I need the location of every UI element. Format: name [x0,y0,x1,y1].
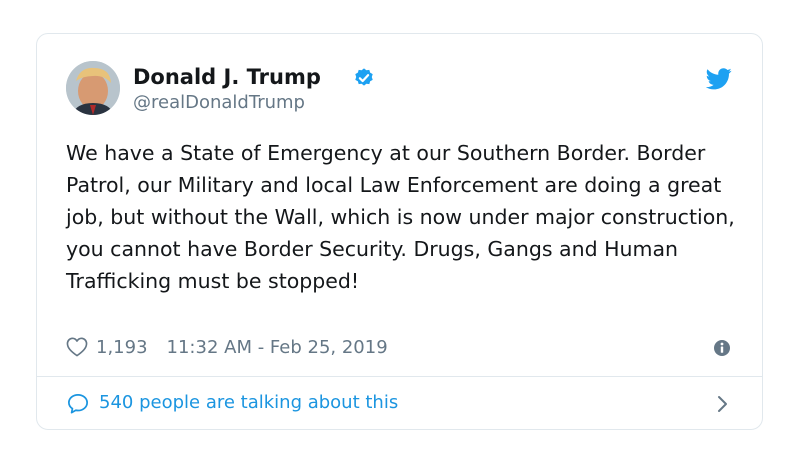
tweet-card: Donald J. Trump @realDonaldTrump We have… [36,33,763,430]
chevron-right-icon [718,396,727,412]
talking-about-link[interactable]: 540 people are talking about this [37,377,762,430]
timestamp[interactable]: 11:32 AM - Feb 25, 2019 [167,337,388,358]
info-icon[interactable] [713,339,731,357]
speech-bubble-icon [68,393,88,414]
display-name[interactable]: Donald J. Trump [133,65,321,89]
verified-badge-icon [355,68,373,86]
tweet-meta: 1,193 11:32 AM - Feb 25, 2019 [66,334,388,360]
talking-about-text: 540 people are talking about this [99,392,399,413]
twitter-bird-icon[interactable] [706,68,732,90]
user-handle[interactable]: @realDonaldTrump [133,92,305,113]
heart-icon[interactable] [66,337,88,357]
like-count[interactable]: 1,193 [96,337,148,358]
tweet-text: We have a State of Emergency at our Sout… [66,141,735,293]
avatar[interactable] [66,61,120,115]
